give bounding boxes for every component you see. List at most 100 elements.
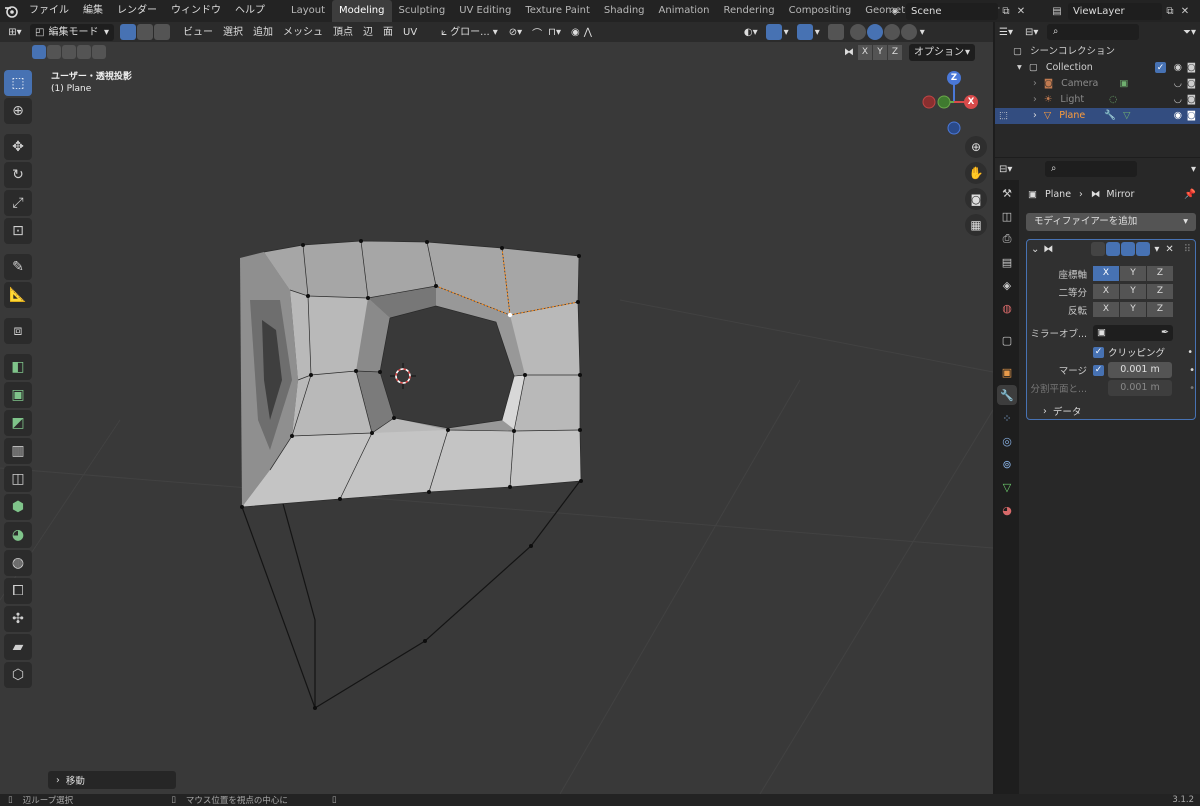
chevron-down-icon[interactable]: ▾ — [815, 27, 820, 38]
render-toggle-icon[interactable] — [1136, 242, 1151, 256]
menu-uv[interactable]: UV — [398, 24, 422, 41]
pan-hand-icon[interactable]: ✋ — [965, 162, 987, 184]
mode-selector[interactable]: ◰ 編集モード ▾ — [30, 23, 114, 41]
close-icon[interactable]: ✕ — [1165, 244, 1173, 255]
edge-select-icon[interactable] — [137, 24, 153, 40]
mirror-object-field[interactable]: ▣ ✒ — [1093, 325, 1173, 341]
pin-icon[interactable]: 📌 — [1184, 189, 1196, 200]
mirror-x-toggle[interactable]: X — [858, 45, 872, 60]
data-subpanel[interactable]: › データ — [1043, 404, 1081, 419]
smooth-tool-icon[interactable]: ◍ — [4, 550, 32, 576]
eyedropper-icon[interactable]: ✒ — [1161, 325, 1169, 341]
properties-editor-icon[interactable]: ⊟▾ — [999, 164, 1045, 175]
tab-animation[interactable]: Animation — [652, 0, 717, 22]
menu-face[interactable]: 面 — [378, 24, 398, 41]
close-icon[interactable]: ✕ — [1014, 6, 1028, 17]
3d-viewport[interactable]: Z X Y ユーザー・透視投影 (1) Plane ⊕ ✋ ◙ ▦ › 移動 — [0, 42, 993, 794]
outliner-search-input[interactable]: ⌕ — [1047, 24, 1139, 40]
camera-render-icon[interactable]: ◙ — [1187, 60, 1196, 76]
select-intersect-icon[interactable] — [92, 45, 106, 59]
gizmo-toggle-icon[interactable] — [765, 24, 782, 40]
physics-tab-icon[interactable]: ◎ — [997, 431, 1017, 451]
spin-tool-icon[interactable]: ◕ — [4, 522, 32, 548]
clipping-row[interactable]: ✓ クリッピング • — [1093, 345, 1193, 359]
select-invert-icon[interactable] — [77, 45, 91, 59]
move-tool-icon[interactable]: ✥ — [4, 134, 32, 160]
annotate-tool-icon[interactable]: ✎ — [4, 254, 32, 280]
bisect-x-toggle[interactable]: X — [1093, 284, 1119, 299]
bevel-tool-icon[interactable]: ◩ — [4, 410, 32, 436]
menu-vertex[interactable]: 頂点 — [328, 24, 358, 41]
scene-tab-icon[interactable]: ◈ — [997, 275, 1017, 295]
rip-region-tool-icon[interactable]: ⬡ — [4, 662, 32, 688]
edit-mode-toggle-icon[interactable] — [1106, 242, 1121, 256]
pivot-icon[interactable]: ⊘▾ — [509, 27, 522, 38]
eye-icon[interactable]: ◉ — [1174, 60, 1182, 76]
camera-render-icon[interactable]: ◙ — [1187, 76, 1196, 92]
mirror-y-toggle[interactable]: Y — [873, 45, 887, 60]
flip-z-toggle[interactable]: Z — [1147, 302, 1173, 317]
edit-mode-object-icon[interactable]: ⬚ — [999, 108, 1008, 124]
tab-layout[interactable]: Layout — [284, 0, 332, 22]
bisect-z-toggle[interactable]: Z — [1147, 284, 1173, 299]
shrink-fatten-tool-icon[interactable]: ✣ — [4, 606, 32, 632]
material-shading-icon[interactable] — [883, 24, 900, 40]
render-tab-icon[interactable]: ◫ — [997, 206, 1017, 226]
output-tab-icon[interactable]: ⎙ — [997, 229, 1017, 249]
bisect-y-toggle[interactable]: Y — [1120, 284, 1146, 299]
select-box-tool-icon[interactable]: ⬚ — [4, 70, 32, 96]
cursor-tool-icon[interactable]: ⊕ — [4, 98, 32, 124]
exclude-checkbox[interactable]: ✓ — [1155, 62, 1166, 73]
outliner-item-camera[interactable]: › ◙ Camera ▣ ◡ ◙ — [995, 76, 1200, 92]
camera-view-icon[interactable]: ◙ — [965, 188, 987, 210]
edit-cage-icon[interactable] — [1091, 242, 1106, 256]
shear-tool-icon[interactable]: ▰ — [4, 634, 32, 660]
eye-icon[interactable]: ◉ — [1174, 108, 1182, 124]
menu-edit[interactable]: 編集 — [76, 0, 110, 22]
tab-rendering[interactable]: Rendering — [717, 0, 782, 22]
tab-sculpting[interactable]: Sculpting — [392, 0, 453, 22]
data-tab-icon[interactable]: ▽ — [997, 477, 1017, 497]
select-extend-icon[interactable] — [47, 45, 61, 59]
properties-search-input[interactable]: ⌕ — [1045, 161, 1137, 177]
copy-scene-icon[interactable]: ⧉ — [998, 6, 1014, 17]
extrude-tool-icon[interactable]: ◧ — [4, 354, 32, 380]
gizmo-x-axis[interactable]: X — [964, 95, 978, 109]
realtime-toggle-icon[interactable] — [1121, 242, 1136, 256]
clipping-checkbox[interactable]: ✓ — [1093, 346, 1104, 358]
eye-closed-icon[interactable]: ◡ — [1174, 92, 1182, 108]
material-tab-icon[interactable]: ◕ — [997, 500, 1017, 520]
outliner-item-light[interactable]: › ☀ Light ◌ ◡ ◙ — [995, 92, 1200, 108]
modifier-tab-icon[interactable]: 🔧 — [997, 385, 1017, 405]
ortho-grid-icon[interactable]: ▦ — [965, 214, 987, 236]
outliner-scene-collection[interactable]: ▢ シーンコレクション — [995, 44, 1200, 60]
inset-tool-icon[interactable]: ▣ — [4, 382, 32, 408]
tab-uv-editing[interactable]: UV Editing — [452, 0, 518, 22]
camera-render-icon[interactable]: ◙ — [1187, 108, 1196, 124]
chevron-down-icon[interactable]: ▾ — [1191, 164, 1196, 175]
display-mode-icon[interactable]: ⊟▾ — [1025, 27, 1047, 38]
tab-modeling[interactable]: Modeling — [332, 0, 392, 22]
menu-add[interactable]: 追加 — [248, 24, 278, 41]
chevron-down-icon[interactable]: ▾ — [784, 27, 789, 38]
blender-logo-icon[interactable] — [0, 4, 22, 18]
proportional-edit-icon[interactable]: ◉ — [571, 27, 580, 38]
visibility-icon[interactable]: ◐▾ — [744, 27, 758, 38]
solid-shading-icon[interactable] — [866, 24, 883, 40]
chevron-down-icon[interactable]: ⌄ — [1031, 244, 1039, 255]
xray-toggle-icon[interactable] — [827, 24, 844, 40]
menu-file[interactable]: ファイル — [22, 0, 76, 22]
loop-cut-tool-icon[interactable]: ▥ — [4, 438, 32, 464]
outliner-collection[interactable]: ▾ ▢ Collection ✓ ◉ ◙ — [995, 60, 1200, 76]
object-tab-icon[interactable]: ▣ — [997, 362, 1017, 382]
editor-type-icon[interactable]: ⊞▾ — [0, 27, 30, 38]
overlay-toggle-icon[interactable] — [796, 24, 813, 40]
transform-tool-icon[interactable]: ⊡ — [4, 218, 32, 244]
chevron-down-icon[interactable]: ▾ — [920, 27, 925, 38]
tab-texture-paint[interactable]: Texture Paint — [518, 0, 597, 22]
tool-tab-icon[interactable]: ⚒ — [997, 183, 1017, 203]
axis-x-toggle[interactable]: X — [1093, 266, 1119, 281]
snap-icon[interactable]: ⌒ — [532, 25, 542, 40]
eye-closed-icon[interactable]: ◡ — [1174, 76, 1182, 92]
scale-tool-icon[interactable]: ⤢ — [4, 190, 32, 216]
